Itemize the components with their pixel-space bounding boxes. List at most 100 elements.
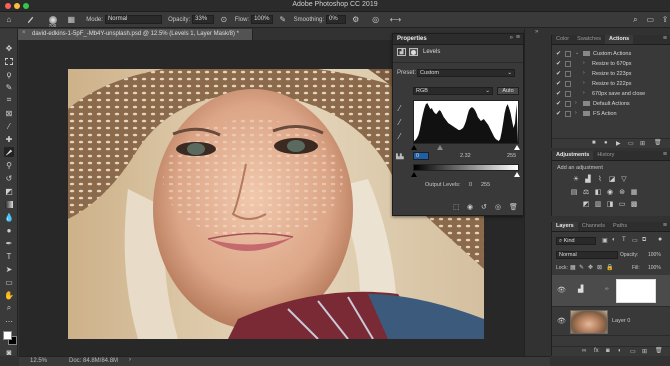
properties-tab[interactable]: Properties [397, 36, 427, 42]
layer-mask-thumbnail[interactable] [616, 279, 656, 303]
expand-icon[interactable]: › [583, 80, 585, 86]
record-icon[interactable]: ● [604, 140, 608, 146]
move-tool-icon[interactable]: ✥ [4, 43, 14, 53]
expand-icon[interactable]: › [583, 60, 585, 66]
marquee-tool-icon[interactable] [4, 56, 14, 66]
new-set-icon[interactable]: ▭ [628, 140, 634, 147]
frame-tool-icon[interactable]: ⊠ [4, 108, 14, 118]
smoothing-options-icon[interactable]: ⚙ [351, 15, 361, 25]
layer-name[interactable]: Layer 0 [612, 318, 630, 324]
action-row[interactable]: ✔ › Resize to 222px [552, 80, 670, 89]
filter-pixel-icon[interactable]: ▣ [602, 237, 608, 244]
invert-icon[interactable]: ◩ [582, 200, 590, 208]
black-output-handle[interactable] [411, 172, 417, 177]
curves-icon[interactable]: ⌇ [596, 175, 604, 183]
lasso-tool-icon[interactable]: ϙ [4, 69, 14, 79]
pen-tool-icon[interactable]: ✒ [4, 238, 14, 248]
visibility-eye-icon[interactable]: 👁 [557, 286, 566, 294]
panel-menu-icon[interactable]: ≡ [663, 222, 667, 229]
black-point-eyedropper-icon[interactable]: ⁄ [399, 104, 400, 113]
hue-saturation-icon[interactable]: ▤ [570, 188, 578, 196]
chain-link-icon[interactable]: ∞ [605, 286, 609, 292]
fx-icon[interactable]: fx [594, 348, 599, 354]
smoothing-field[interactable]: 0% [326, 15, 346, 24]
tab-layers[interactable]: Layers [552, 222, 578, 231]
document-tab[interactable]: × david-edkins-1-5pF_-Mb4Y-unsplash.psd … [18, 29, 253, 40]
foreground-color[interactable] [3, 331, 12, 340]
lock-all-icon[interactable]: 🔒 [606, 264, 613, 271]
status-arrow-icon[interactable]: › [129, 357, 131, 363]
brush-preset-picker[interactable]: 700 [44, 15, 62, 28]
history-brush-tool-icon[interactable]: ↺ [4, 173, 14, 183]
visibility-eye-icon[interactable]: 👁 [557, 317, 566, 325]
rectangle-tool-icon[interactable]: ▭ [4, 277, 14, 287]
pressure-opacity-icon[interactable]: ⊙ [219, 15, 229, 25]
edit-toolbar-icon[interactable]: ⋯ [4, 316, 14, 326]
channel-mixer-icon[interactable]: ⊛ [618, 188, 626, 196]
panel-menu-icon[interactable]: ≡ [663, 35, 667, 42]
mode-dropdown[interactable]: Normal [104, 15, 163, 24]
input-white-value[interactable]: 255 [507, 153, 516, 159]
pressure-size-icon[interactable]: ◎ [371, 15, 381, 25]
clipping-warning-icon[interactable]: ▙▙ [396, 154, 404, 160]
action-row[interactable]: ✔ › 670px save and close [552, 90, 670, 99]
clone-stamp-tool-icon[interactable]: ⚲ [4, 160, 14, 170]
eyedropper-tool-icon[interactable]: ⁄ [4, 121, 14, 131]
check-icon[interactable]: ✔ [556, 70, 561, 77]
tab-paths[interactable]: Paths [609, 222, 631, 231]
blur-tool-icon[interactable]: 💧 [4, 212, 14, 222]
filter-shape-icon[interactable]: ▭ [632, 237, 638, 244]
layer-mask-icon[interactable] [409, 48, 418, 56]
share-icon[interactable]: ⇪ [660, 15, 670, 25]
black-white-icon[interactable]: ◧ [594, 188, 602, 196]
new-layer-icon[interactable]: ⊞ [642, 348, 647, 355]
dodge-tool-icon[interactable]: ● [4, 225, 14, 235]
color-swatches[interactable] [3, 331, 17, 345]
black-input-handle[interactable] [411, 145, 417, 150]
tab-history[interactable]: History [593, 151, 618, 160]
layer-row-layer0[interactable]: 👁 Layer 0 [552, 308, 670, 336]
blend-mode-dropdown[interactable]: Normal [556, 251, 618, 259]
brush-tool-icon[interactable] [26, 15, 36, 25]
crop-tool-icon[interactable]: ⌗ [4, 95, 14, 105]
filter-adjustment-icon[interactable]: ◐ [612, 237, 616, 243]
action-set-row[interactable]: ✔ › Default Actions [552, 100, 670, 109]
lock-paint-icon[interactable]: ✎ [579, 264, 584, 271]
stop-icon[interactable]: ■ [592, 140, 596, 146]
zoom-tool-icon[interactable]: ⌕ [4, 303, 14, 313]
reset-icon[interactable]: ↺ [481, 203, 487, 211]
expand-icon[interactable]: ⌄ [575, 50, 579, 56]
threshold-icon[interactable]: ◨ [606, 200, 614, 208]
gamma-input-handle[interactable] [437, 145, 443, 150]
auto-button[interactable]: Auto [497, 87, 519, 95]
tab-actions[interactable]: Actions [605, 35, 634, 44]
symmetry-icon[interactable]: ⟷ [390, 15, 401, 25]
levels-icon[interactable]: ▟ [584, 175, 592, 183]
expand-icon[interactable]: › [583, 90, 585, 96]
expand-icon[interactable]: › [575, 110, 577, 116]
filter-smart-icon[interactable]: ⧉ [642, 237, 646, 244]
output-black-value[interactable]: 0 [469, 182, 472, 188]
dialog-toggle[interactable] [565, 81, 571, 87]
zoom-level[interactable]: 12.5% [30, 358, 47, 364]
trash-icon[interactable]: 🗑 [654, 139, 662, 146]
expand-icon[interactable]: › [575, 100, 577, 106]
dialog-toggle[interactable] [565, 71, 571, 77]
lock-pixels-icon[interactable]: ▦ [570, 264, 576, 271]
dialog-toggle[interactable] [565, 101, 571, 107]
doc-info[interactable]: Doc: 84.8M/84.8M [69, 358, 118, 364]
new-group-icon[interactable]: ▭ [630, 348, 636, 355]
airbrush-icon[interactable]: ✎ [278, 15, 288, 25]
white-point-eyedropper-icon[interactable]: ⁄ [399, 132, 400, 141]
input-gamma-value[interactable]: 2.32 [460, 153, 471, 159]
trash-icon[interactable]: 🗑 [655, 347, 663, 354]
filter-type-icon[interactable]: T [622, 237, 626, 243]
check-icon[interactable]: ✔ [556, 110, 561, 117]
flow-field[interactable]: 100% [251, 15, 273, 24]
eraser-tool-icon[interactable]: ◩ [4, 186, 14, 196]
hand-tool-icon[interactable]: ✋ [4, 290, 14, 300]
tab-channels[interactable]: Channels [578, 222, 609, 231]
action-set-row[interactable]: ✔ ⌄ Custom Actions [552, 50, 670, 59]
quick-mask-icon[interactable]: ◙ [4, 347, 14, 357]
add-mask-icon[interactable]: ◙ [606, 348, 610, 354]
